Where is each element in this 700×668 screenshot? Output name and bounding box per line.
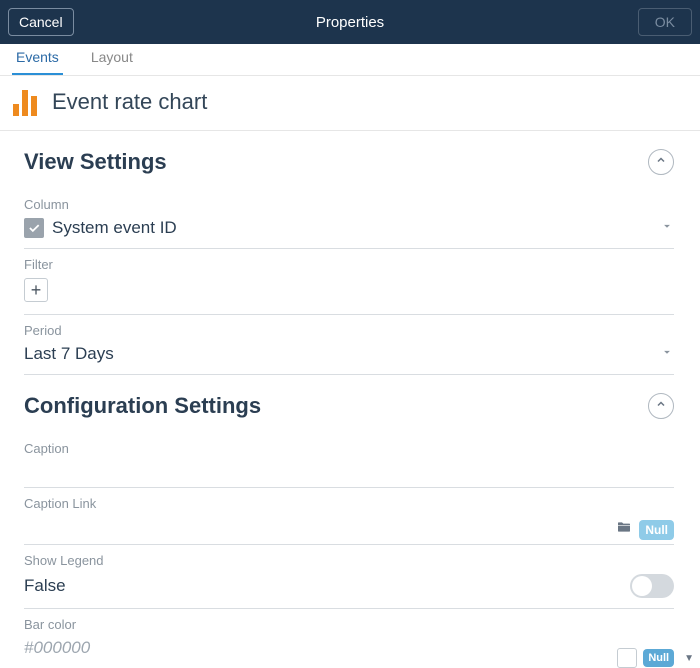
color-swatch[interactable] — [617, 648, 637, 668]
null-button-small[interactable]: Null — [643, 649, 674, 667]
check-icon — [24, 218, 44, 238]
bottom-strip: Null ▼ — [617, 649, 700, 667]
show-legend-value: False — [24, 576, 66, 596]
column-dropdown[interactable]: System event ID — [24, 218, 674, 249]
plus-icon: + — [31, 280, 42, 301]
bar-color-value[interactable]: #000000 — [24, 638, 90, 657]
bar-chart-icon — [8, 88, 42, 116]
content-scroll[interactable]: View Settings Column System event ID — [0, 131, 700, 665]
period-label: Period — [24, 323, 674, 338]
caption-link-field: Caption Link Null — [24, 488, 674, 545]
page-title-row: Event rate chart — [0, 76, 700, 131]
view-settings-section: View Settings Column System event ID — [0, 131, 698, 375]
caption-label: Caption — [24, 441, 674, 456]
bar-color-field: Bar color #000000 — [24, 609, 674, 665]
tab-events[interactable]: Events — [12, 43, 63, 75]
caption-link-label: Caption Link — [24, 496, 674, 511]
period-dropdown[interactable]: Last 7 Days — [24, 344, 674, 375]
collapse-view-settings-button[interactable] — [648, 149, 674, 175]
view-settings-title: View Settings — [24, 149, 167, 175]
page-title: Event rate chart — [52, 89, 207, 115]
show-legend-toggle[interactable] — [630, 574, 674, 598]
chevron-down-icon[interactable]: ▼ — [680, 653, 698, 664]
cancel-button[interactable]: Cancel — [8, 8, 74, 36]
show-legend-label: Show Legend — [24, 553, 674, 568]
tab-layout[interactable]: Layout — [87, 43, 137, 75]
dialog-title: Properties — [0, 14, 700, 31]
filter-field: Filter + — [24, 249, 674, 315]
configuration-settings-title: Configuration Settings — [24, 393, 261, 419]
column-field: Column System event ID — [24, 189, 674, 249]
configuration-settings-section: Configuration Settings Caption Caption L… — [0, 375, 698, 665]
folder-icon[interactable] — [615, 519, 633, 540]
null-button[interactable]: Null — [639, 520, 674, 540]
tab-bar: Events Layout — [0, 44, 700, 76]
show-legend-field: Show Legend False — [24, 545, 674, 609]
caption-input[interactable] — [24, 462, 674, 488]
column-label: Column — [24, 197, 674, 212]
period-field: Period Last 7 Days — [24, 315, 674, 375]
caption-field: Caption — [24, 433, 674, 488]
dialog-header: Cancel Properties OK — [0, 0, 700, 44]
chevron-up-icon — [655, 153, 667, 171]
period-value: Last 7 Days — [24, 344, 114, 364]
ok-button[interactable]: OK — [638, 8, 692, 36]
add-filter-button[interactable]: + — [24, 278, 48, 302]
chevron-up-icon — [655, 397, 667, 415]
chevron-down-icon — [660, 219, 674, 238]
chevron-down-icon — [660, 345, 674, 364]
filter-label: Filter — [24, 257, 674, 272]
collapse-configuration-button[interactable] — [648, 393, 674, 419]
bar-color-label: Bar color — [24, 617, 674, 632]
column-value: System event ID — [52, 218, 177, 238]
